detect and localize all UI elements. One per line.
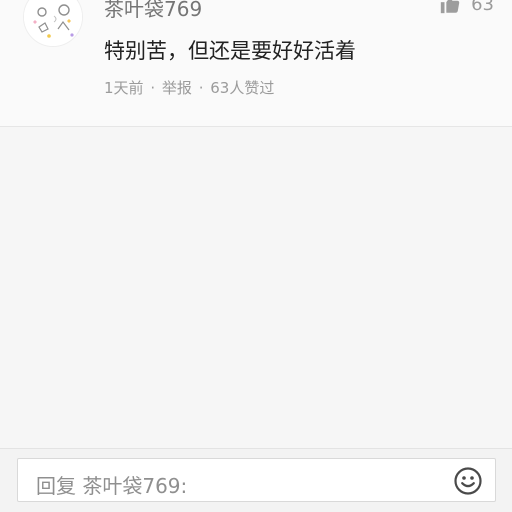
like-button[interactable]: 63 [439,0,494,17]
comment-time: 1天前 [104,79,144,97]
comment-meta: 1天前 · 举报 · 63人赞过 [104,77,274,98]
avatar[interactable] [23,0,83,47]
meta-separator: · [150,79,156,97]
smiley-icon[interactable] [453,466,483,496]
comment-screen: 茶叶袋769 63 特别苦，但还是要好好活着 1天前 · 举报 · 63人赞过 … [0,0,512,512]
thumbs-up-icon [440,0,460,14]
reply-bar: 回复 茶叶袋769: [0,448,512,512]
reply-input[interactable]: 回复 茶叶袋769: [17,458,496,502]
like-count: 63 [471,0,494,15]
meta-separator: · [198,79,204,97]
comment-item: 茶叶袋769 63 特别苦，但还是要好好活着 1天前 · 举报 · 63人赞过 [0,0,512,127]
username-link[interactable]: 茶叶袋769 [104,0,202,22]
reply-placeholder: 回复 茶叶袋769: [36,474,188,498]
comment-text: 特别苦，但还是要好好活着 [104,39,356,63]
likes-summary: 63人赞过 [210,79,275,97]
doodle-avatar-icon [24,0,82,46]
report-link[interactable]: 举报 [162,77,192,98]
